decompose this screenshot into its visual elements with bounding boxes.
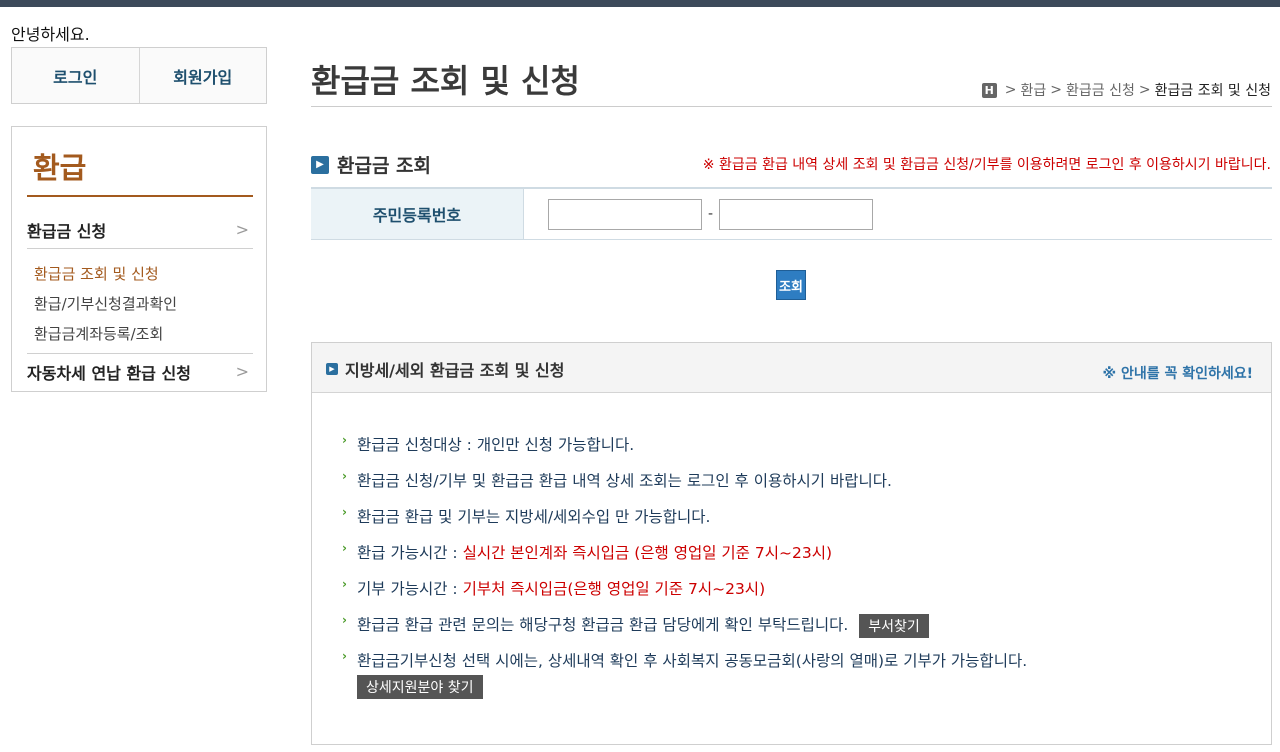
sidebar-item-car-tax-refund[interactable]: 자동차세 연납 환급 신청 > [27, 353, 253, 389]
list-item-highlight: 실시간 본인계좌 즉시입금 (은행 영업일 기준 7시~23시) [463, 544, 832, 562]
home-icon[interactable]: H [982, 83, 997, 98]
info-note: ※ 안내를 꼭 확인하세요! [1102, 363, 1253, 383]
bullet-arrow-icon: › [342, 469, 347, 483]
greeting-text: 안녕하세요. [11, 21, 90, 45]
breadcrumb-separator: > [1050, 82, 1062, 98]
list-item: › 환급금 신청대상 : 개인만 신청 가능합니다. [342, 433, 1027, 469]
sidebar-subitem-account-register[interactable]: 환급금계좌등록/조회 [34, 323, 163, 344]
list-item-prefix: 환급 가능시간 : [357, 544, 463, 562]
list-item-highlight: 기부처 즉시입금(은행 영업일 기준 7시~23시) [463, 580, 766, 598]
breadcrumb-separator: > [1139, 82, 1151, 98]
info-header: ▶ 지방세/세외 환급금 조회 및 신청 ※ 안내를 꼭 확인하세요! [312, 343, 1271, 393]
arrow-right-icon: ▶ [311, 156, 329, 174]
sidebar-title: 환급 [33, 145, 86, 187]
top-bar [0, 0, 1280, 7]
query-button[interactable]: 조회 [776, 270, 806, 300]
list-item-text: 환급금 환급 및 기부는 지방세/세외수입 만 가능합니다. [357, 508, 710, 526]
bullet-arrow-icon: › [342, 505, 347, 519]
bullet-arrow-icon: › [342, 577, 347, 591]
sidebar-item-label: 환급금 신청 [27, 218, 106, 242]
chevron-right-icon: > [236, 362, 249, 381]
list-item-prefix: 기부 가능시간 : [357, 580, 463, 598]
chevron-right-icon: > [236, 220, 249, 239]
info-title: ▶ 지방세/세외 환급금 조회 및 신청 [326, 357, 565, 381]
bullet-arrow-icon: › [342, 541, 347, 555]
auth-box: 로그인 회원가입 [11, 47, 267, 104]
query-section-title: 환급금 조회 [337, 151, 431, 178]
list-item: › 환급금 환급 및 기부는 지방세/세외수입 만 가능합니다. [342, 505, 1027, 541]
sidebar-title-divider [27, 195, 253, 197]
ssn-front-input[interactable] [548, 199, 702, 230]
breadcrumb-separator: > [1005, 82, 1017, 98]
info-title-text: 지방세/세외 환급금 조회 및 신청 [345, 357, 565, 381]
bullet-arrow-icon: › [342, 613, 347, 627]
bullet-arrow-icon: › [342, 649, 347, 663]
list-item: › 환급금 신청/기부 및 환급금 환급 내역 상세 조회는 로그인 후 이용하… [342, 469, 1027, 505]
sidebar-subitem-refund-query[interactable]: 환급금 조회 및 신청 [34, 263, 159, 284]
find-department-button[interactable]: 부서찾기 [859, 614, 929, 638]
ssn-label: 주민등록번호 [311, 189, 524, 239]
login-button[interactable]: 로그인 [12, 48, 139, 103]
list-item: › 기부 가능시간 : 기부처 즉시입금(은행 영업일 기준 7시~23시) [342, 577, 1027, 613]
query-section-heading: ▶ 환급금 조회 [311, 151, 431, 178]
list-item-text: 환급금 신청/기부 및 환급금 환급 내역 상세 조회는 로그인 후 이용하시기… [357, 472, 892, 490]
breadcrumb-item[interactable]: 환급 [1021, 80, 1047, 100]
ssn-form-row: 주민등록번호 - [311, 187, 1272, 240]
page-title: 환급금 조회 및 신청 [311, 56, 580, 102]
list-item: › 환급 가능시간 : 실시간 본인계좌 즉시입금 (은행 영업일 기준 7시~… [342, 541, 1027, 577]
info-box: ▶ 지방세/세외 환급금 조회 및 신청 ※ 안내를 꼭 확인하세요! › 환급… [311, 342, 1272, 745]
breadcrumb-current: 환급금 조회 및 신청 [1155, 80, 1271, 100]
arrow-right-icon: ▶ [326, 363, 338, 375]
ssn-back-input[interactable] [719, 199, 873, 230]
info-list: › 환급금 신청대상 : 개인만 신청 가능합니다. › 환급금 신청/기부 및… [342, 433, 1027, 709]
list-item-text: 환급금 환급 관련 문의는 해당구청 환급금 환급 담당에게 확인 부탁드립니다… [357, 616, 848, 634]
title-divider [311, 106, 1272, 107]
sidebar-subitem-result-check[interactable]: 환급/기부신청결과확인 [34, 293, 177, 314]
list-item-text: 환급금 신청대상 : 개인만 신청 가능합니다. [357, 436, 634, 454]
signup-button[interactable]: 회원가입 [139, 48, 267, 103]
ssn-dash: - [708, 206, 713, 222]
find-support-field-button[interactable]: 상세지원분야 찾기 [357, 675, 483, 699]
ssn-fields: - [524, 189, 873, 239]
sidebar: 환급 환급금 신청 > 환급금 조회 및 신청 환급/기부신청결과확인 환급금계… [11, 126, 267, 392]
sidebar-item-refund-apply[interactable]: 환급금 신청 > [27, 211, 253, 249]
list-item: › 환급금기부신청 선택 시에는, 상세내역 확인 후 사회복지 공동모금회(사… [342, 649, 1027, 709]
sidebar-item-label: 자동차세 연납 환급 신청 [27, 360, 191, 384]
breadcrumb-item[interactable]: 환급금 신청 [1066, 80, 1135, 100]
login-notice: ※ 환급금 환급 내역 상세 조회 및 환급금 신청/기부를 이용하려면 로그인… [703, 154, 1271, 174]
list-item: › 환급금 환급 관련 문의는 해당구청 환급금 환급 담당에게 확인 부탁드립… [342, 613, 1027, 649]
breadcrumb: H > 환급 > 환급금 신청 > 환급금 조회 및 신청 [982, 80, 1271, 100]
bullet-arrow-icon: › [342, 433, 347, 447]
list-item-text: 환급금기부신청 선택 시에는, 상세내역 확인 후 사회복지 공동모금회(사랑의… [357, 652, 1027, 670]
